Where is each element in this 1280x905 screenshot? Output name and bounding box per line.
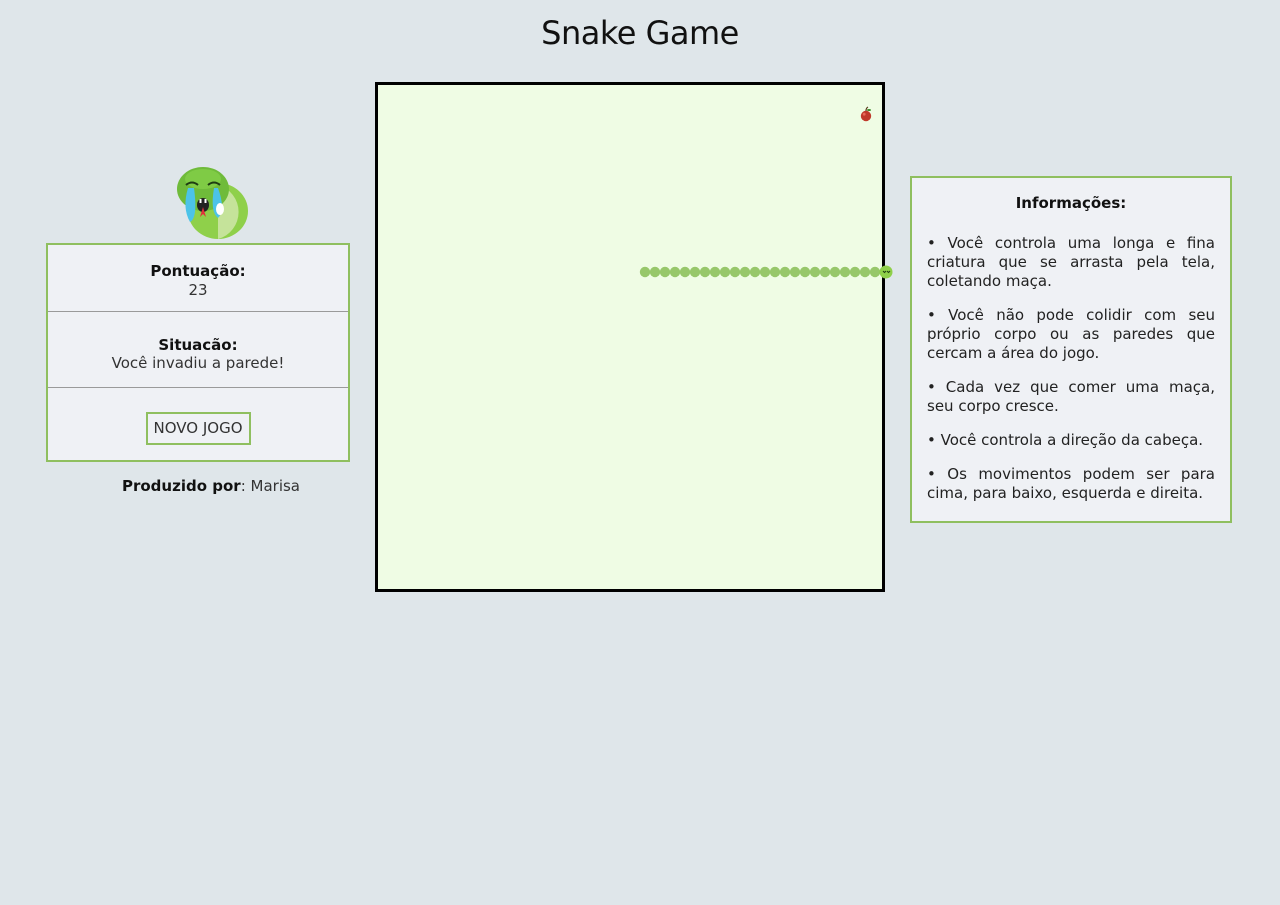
- snake-segment: [709, 266, 721, 278]
- credits-label: Produzido por: [121, 477, 241, 495]
- info-item: • Cada vez que comer uma maça, seu corpo…: [927, 378, 1215, 415]
- snake-segment: [839, 266, 851, 278]
- page-title: Snake Game: [541, 14, 739, 52]
- credits-author: Marisa: [250, 477, 300, 495]
- info-title: Informações:: [1015, 194, 1127, 212]
- snake-segment: [829, 266, 841, 278]
- info-item: • Você controla a direção da cabeça.: [927, 431, 1204, 449]
- score-value: 23: [188, 281, 208, 299]
- snake-segment: [659, 266, 671, 278]
- apple-icon: [860, 106, 872, 122]
- situation-value: Você invadiu a parede!: [111, 354, 285, 372]
- score-section: Pontuação: 23: [48, 245, 348, 312]
- snake-segment: [739, 266, 751, 278]
- info-item: • Você não pode colidir com seu próprio …: [927, 306, 1215, 362]
- snake-segment: [769, 266, 781, 278]
- situation-section: Situacão: Você invadiu a parede!: [48, 312, 348, 388]
- snake-segment: [679, 266, 691, 278]
- snake-segment: [719, 266, 731, 278]
- actions-section: NOVO JOGO: [48, 388, 348, 460]
- info-item: • Os movimentos podem ser para cima, par…: [927, 465, 1215, 502]
- game-board[interactable]: [375, 82, 893, 592]
- snake-segment: [689, 266, 701, 278]
- snake-segment: [639, 266, 651, 278]
- situation-label: Situacão:: [158, 336, 238, 354]
- snake-segment: [789, 266, 801, 278]
- snake-segment: [819, 266, 831, 278]
- info-panel: Informações: • Você controla uma longa e…: [910, 176, 1232, 523]
- credits: Produzido por: Marisa: [121, 477, 300, 495]
- snake-segment: [699, 266, 711, 278]
- info-item: • Você controla uma longa e fina criatur…: [927, 234, 1215, 290]
- snake-segment: [849, 266, 861, 278]
- snake-body: [639, 266, 881, 278]
- snake-segment: [669, 266, 681, 278]
- score-label: Pontuação:: [150, 262, 246, 280]
- snake-segment: [799, 266, 811, 278]
- snake-segment: [859, 266, 871, 278]
- snake-segment: [749, 266, 761, 278]
- snake-head-icon: [879, 265, 893, 279]
- snake-segment: [869, 266, 881, 278]
- score-panel: Pontuação: 23 Situacão: Você invadiu a p…: [46, 243, 350, 462]
- snake-segment: [809, 266, 821, 278]
- snake-segment: [779, 266, 791, 278]
- board-canvas: [639, 106, 893, 279]
- crying-snake-icon: [177, 167, 248, 239]
- snake-segment: [759, 266, 771, 278]
- snake-segment: [649, 266, 661, 278]
- snake-segment: [729, 266, 741, 278]
- new-game-button[interactable]: NOVO JOGO: [145, 412, 251, 445]
